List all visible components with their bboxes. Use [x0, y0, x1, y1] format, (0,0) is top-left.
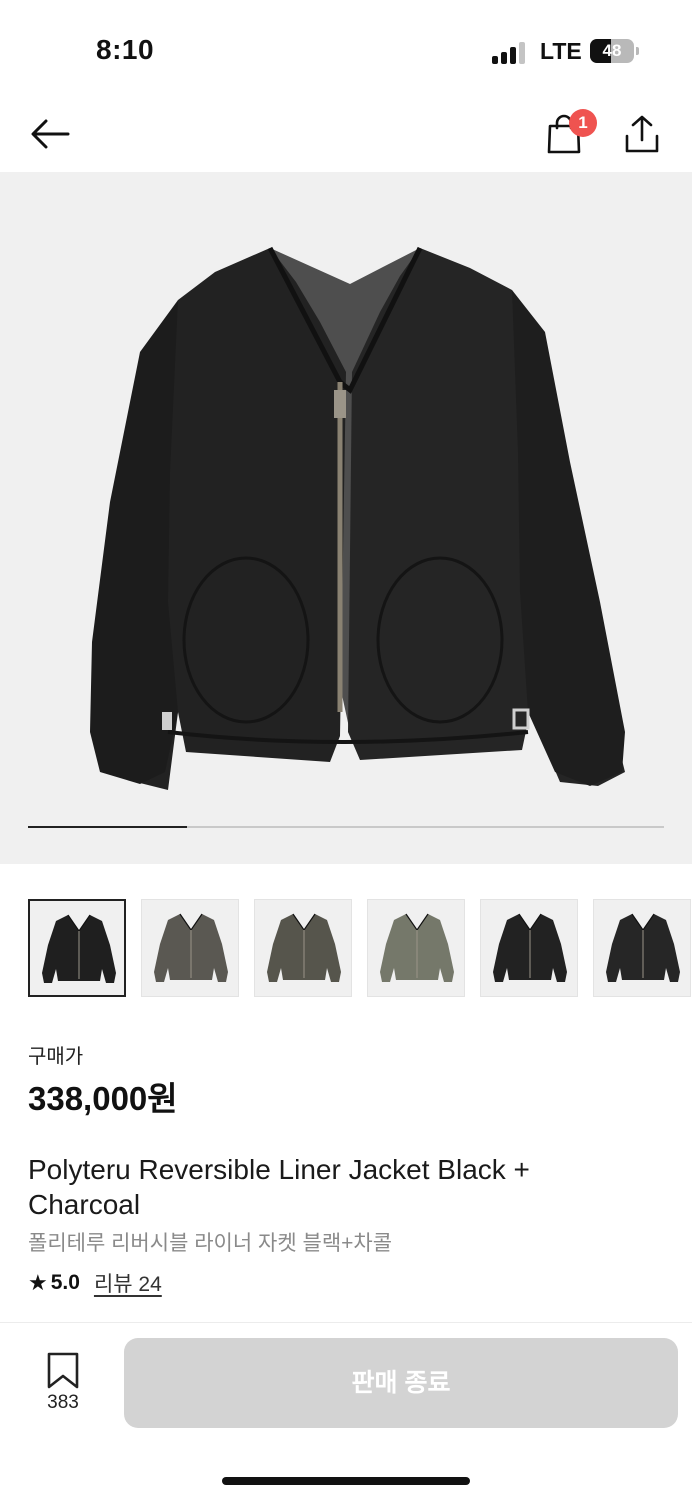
- product-image-carousel[interactable]: [0, 172, 692, 864]
- review-link[interactable]: 리뷰 24: [94, 1268, 162, 1298]
- thumbnail-jacket-image: [493, 913, 567, 982]
- thumbnail-3[interactable]: [254, 899, 352, 997]
- product-title-en: Polyteru Reversible Liner Jacket Black +…: [28, 1154, 530, 1220]
- thumbnail-strip[interactable]: [28, 899, 692, 997]
- price-label: 구매가: [28, 1046, 84, 1068]
- cart-badge: 1: [569, 109, 597, 137]
- thumbnail-jacket-image: [606, 913, 680, 982]
- battery-icon: 48: [590, 39, 634, 63]
- battery-percent: 48: [602, 41, 622, 60]
- bottom-divider: [0, 1322, 692, 1323]
- bookmark-count: 383: [47, 1392, 79, 1413]
- share-button[interactable]: [618, 110, 666, 158]
- share-icon: [625, 115, 659, 153]
- price: 338,000원: [28, 1080, 178, 1117]
- thumbnail-jacket-image: [267, 913, 341, 982]
- back-button[interactable]: [26, 110, 74, 158]
- sold-out-button[interactable]: 판매 종료: [124, 1338, 678, 1428]
- rating-row: ★ 5.0 리뷰 24: [28, 1268, 162, 1298]
- network-label: LTE: [540, 38, 582, 64]
- arrow-left-icon: [31, 119, 70, 149]
- thumbnail-jacket-image: [42, 914, 116, 983]
- thumbnail-jacket-image: [154, 913, 228, 982]
- bookmark-button[interactable]: 383: [28, 1352, 98, 1422]
- gallery-progress-fill: [28, 826, 187, 828]
- thumbnail-6[interactable]: [593, 899, 691, 997]
- home-indicator: [222, 1477, 470, 1485]
- gallery-progress-track: [28, 826, 664, 828]
- status-bar: 8:10 LTE 48: [0, 0, 692, 96]
- thumbnail-5[interactable]: [480, 899, 578, 997]
- battery-nub: [636, 47, 639, 55]
- rating-value: 5.0: [50, 1271, 80, 1294]
- product-title-ko: 폴리테루 리버시블 라이너 자켓 블랙+차콜: [28, 1232, 393, 1255]
- thumbnail-1[interactable]: [28, 899, 126, 997]
- signal-icon: [492, 42, 528, 64]
- jacket-image: [90, 246, 625, 790]
- thumbnail-4[interactable]: [367, 899, 465, 997]
- status-time: 8:10: [96, 34, 155, 65]
- thumbnail-2[interactable]: [141, 899, 239, 997]
- bookmark-icon: [47, 1352, 79, 1389]
- thumbnail-jacket-image: [380, 913, 454, 982]
- star-icon: ★: [28, 1270, 48, 1295]
